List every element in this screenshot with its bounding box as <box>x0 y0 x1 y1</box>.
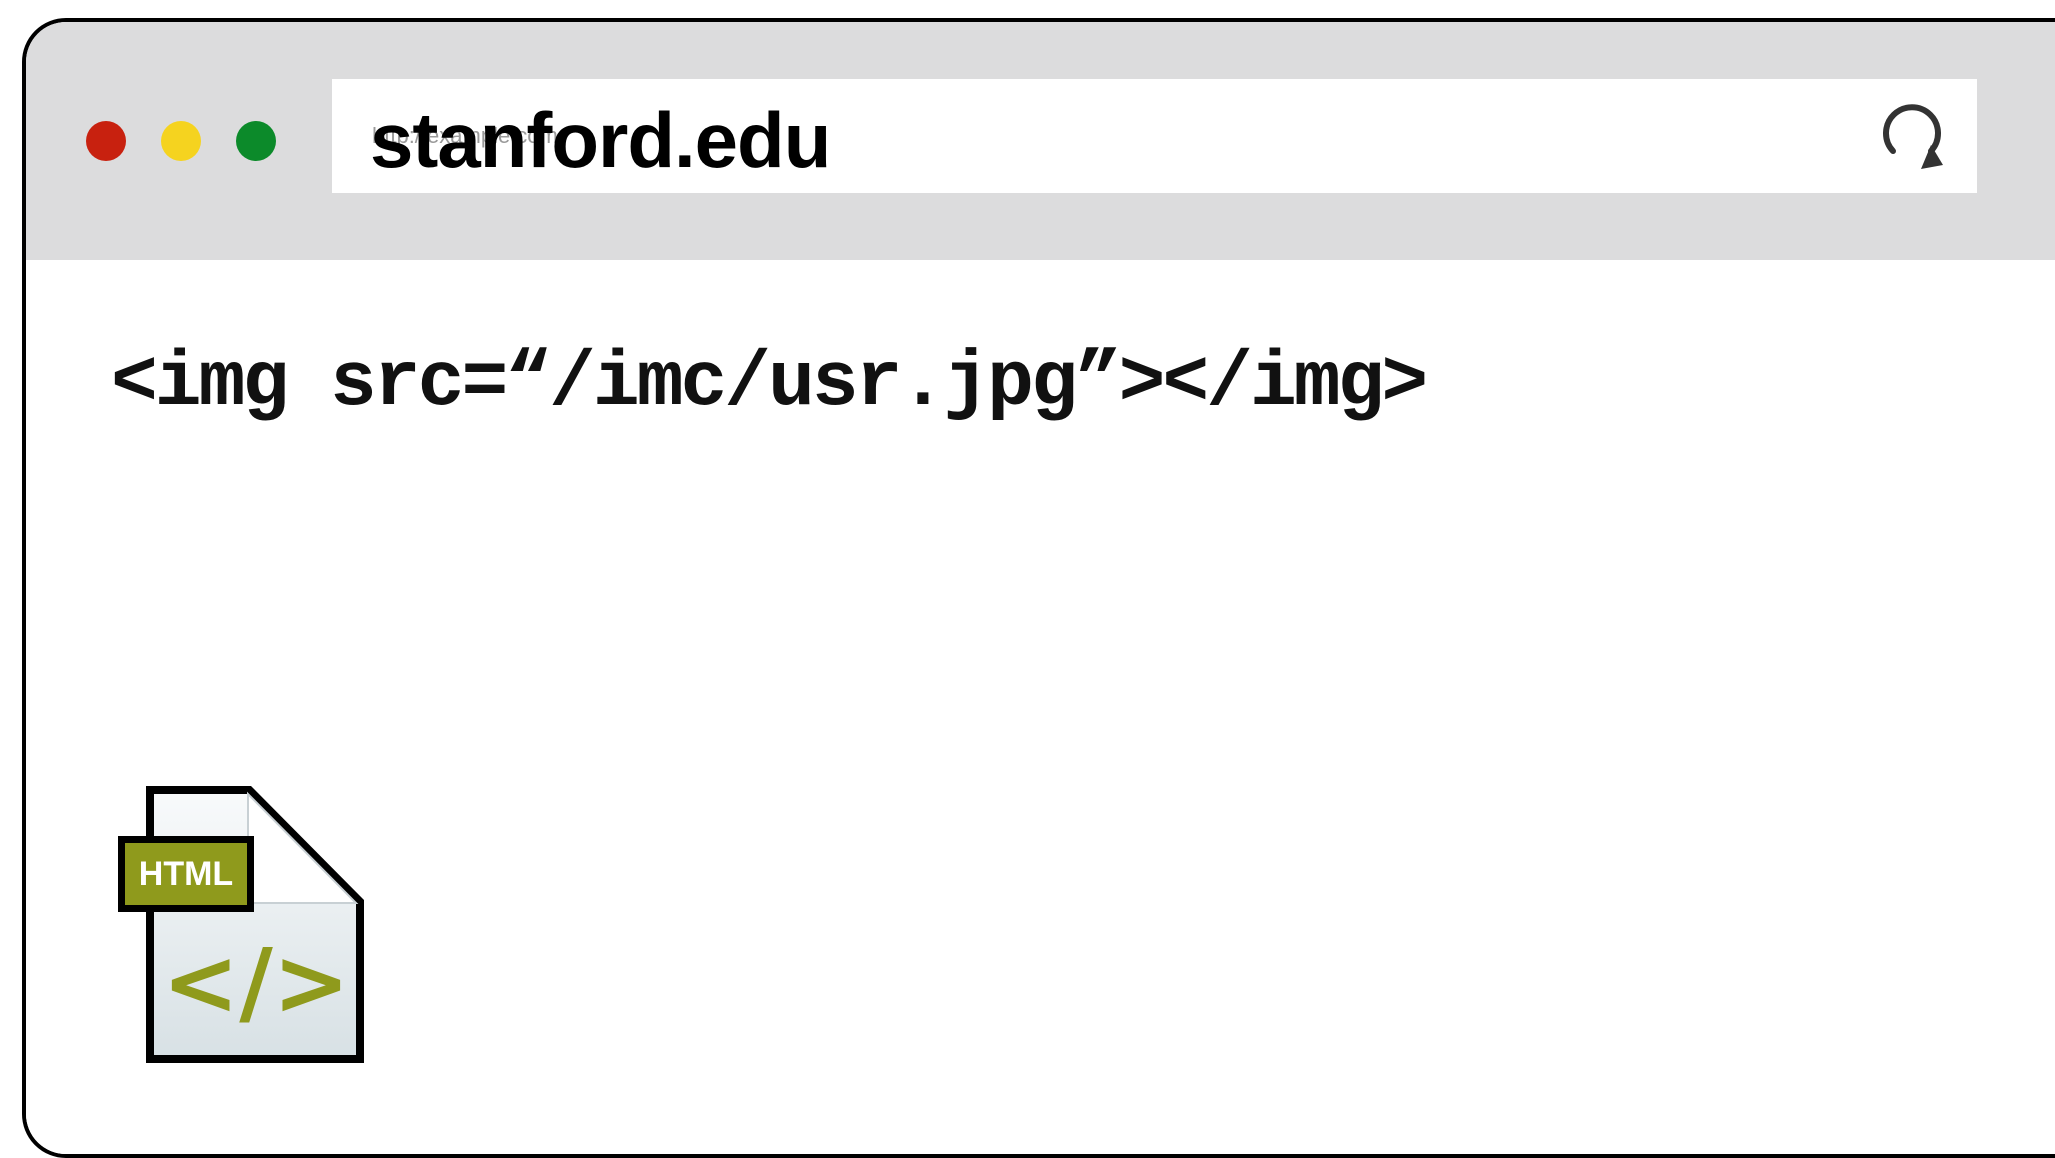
minimize-button[interactable] <box>161 121 201 161</box>
browser-titlebar: http://example.com stanford.edu <box>26 22 2055 260</box>
html-file-icon: HTML </> <box>118 786 364 1063</box>
maximize-button[interactable] <box>236 121 276 161</box>
page-content: <img src=“/imc/usr.jpg”></img> HTML </> <box>26 260 2055 1154</box>
close-button[interactable] <box>86 121 126 161</box>
address-domain: stanford.edu <box>370 96 831 184</box>
address-bar[interactable]: http://example.com stanford.edu <box>332 79 1977 193</box>
code-snippet: <img src=“/imc/usr.jpg”></img> <box>111 340 1428 428</box>
browser-window: http://example.com stanford.edu <img src… <box>22 18 2055 1158</box>
reload-icon[interactable] <box>1875 99 1951 175</box>
svg-text:</>: </> <box>162 929 350 1036</box>
svg-text:HTML: HTML <box>139 855 233 893</box>
